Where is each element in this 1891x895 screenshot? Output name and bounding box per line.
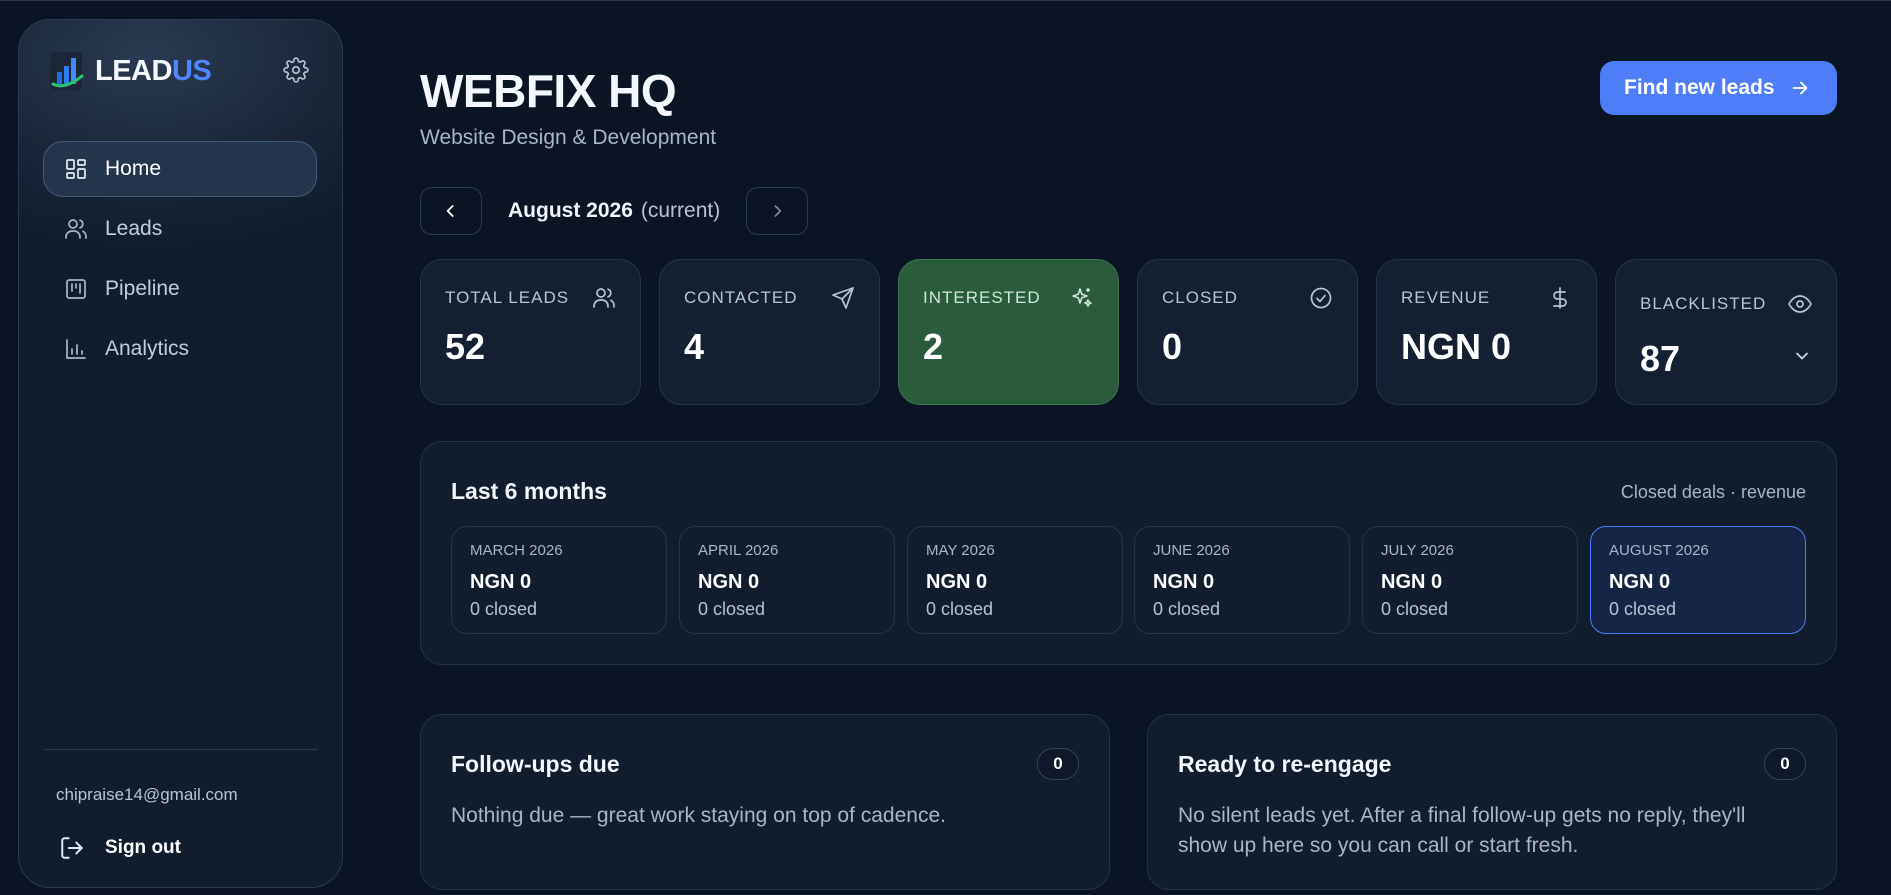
stat-value: 52	[445, 326, 486, 367]
follow-ups-panel: Follow-ups due 0 Nothing due — great wor…	[420, 714, 1110, 890]
chevron-down-icon[interactable]	[1792, 346, 1812, 366]
month-closed: 0 closed	[1609, 599, 1677, 619]
month-revenue: NGN 0	[1153, 571, 1215, 593]
find-new-leads-label: Find new leads	[1624, 76, 1775, 99]
stat-value: 2	[923, 326, 944, 367]
panel-title: Ready to re-engage	[1178, 751, 1392, 777]
empty-state-text: No silent leads yet. After a final follo…	[1178, 804, 1746, 857]
dashboard-grid-icon	[66, 159, 86, 179]
find-new-leads-button[interactable]: Find new leads	[1600, 61, 1837, 115]
stat-value: 87	[1640, 338, 1681, 379]
stat-card-closed[interactable]: CLOSED 0	[1137, 259, 1358, 405]
panel-title: Follow-ups due	[451, 751, 620, 777]
month-closed: 0 closed	[926, 599, 994, 619]
users-icon	[65, 219, 87, 239]
chevron-left-icon	[446, 205, 454, 217]
month-card-august-current[interactable]: AUGUST 2026 NGN 0 0 closed	[1590, 526, 1806, 634]
sidebar-item-analytics[interactable]: Analytics	[43, 321, 317, 377]
month-card-march[interactable]: MARCH 2026 NGN 0 0 closed	[451, 526, 667, 634]
month-name: August 2026	[508, 199, 633, 222]
send-icon	[832, 287, 854, 309]
stat-card-blacklisted[interactable]: BLACKLISTED 87	[1615, 259, 1837, 405]
sign-out-button[interactable]: Sign out	[59, 835, 181, 861]
last-six-months-panel: Last 6 months Closed deals · revenue MAR…	[420, 441, 1837, 665]
month-card-april[interactable]: APRIL 2026 NGN 0 0 closed	[679, 526, 895, 634]
month-closed: 0 closed	[1381, 599, 1449, 619]
stat-label: BLACKLISTED	[1640, 294, 1767, 313]
month-closed: 0 closed	[698, 599, 766, 619]
user-email: chipraise14@gmail.com	[56, 785, 238, 804]
stat-card-interested[interactable]: INTERESTED 2	[898, 259, 1119, 405]
stat-card-total-leads[interactable]: TOTAL LEADS 52	[420, 259, 641, 405]
sidebar: LEADUS Home Leads Pipeline Analytics chi…	[18, 19, 343, 888]
month-closed: 0 closed	[1153, 599, 1221, 619]
stat-card-contacted[interactable]: CONTACTED 4	[659, 259, 880, 405]
month-revenue: NGN 0	[470, 571, 532, 593]
re-engage-panel: Ready to re-engage 0 No silent leads yet…	[1147, 714, 1837, 890]
brand-name: LEADUS	[95, 54, 212, 87]
check-circle-icon	[1310, 287, 1332, 309]
window-top-border	[0, 0, 1891, 1]
page-subtitle: Website Design & Development	[420, 126, 717, 149]
count-badge: 0	[1037, 748, 1079, 780]
sparkles-icon	[1072, 288, 1092, 307]
kanban-icon	[66, 279, 86, 299]
brand[interactable]: LEADUS	[49, 50, 212, 92]
stat-label: REVENUE	[1401, 288, 1491, 307]
month-revenue: NGN 0	[698, 571, 760, 593]
panel-title: Last 6 months	[451, 478, 607, 504]
current-tag: (current)	[640, 199, 721, 222]
stat-label: CONTACTED	[684, 288, 798, 307]
month-name: MAY 2026	[926, 542, 995, 559]
month-revenue: NGN 0	[1381, 571, 1443, 593]
sign-out-label: Sign out	[105, 837, 181, 858]
month-name: MARCH 2026	[470, 542, 563, 559]
sidebar-item-pipeline[interactable]: Pipeline	[43, 261, 317, 317]
sidebar-divider	[43, 749, 318, 750]
empty-state-text: Nothing due — great work staying on top …	[451, 804, 946, 827]
page-title: WEBFIX HQ	[420, 65, 677, 117]
month-card-july[interactable]: JULY 2026 NGN 0 0 closed	[1362, 526, 1578, 634]
month-card-may[interactable]: MAY 2026 NGN 0 0 closed	[907, 526, 1123, 634]
next-month-button[interactable]	[746, 187, 809, 235]
month-revenue: NGN 0	[1609, 571, 1671, 593]
chevron-right-icon	[774, 205, 782, 217]
bar-chart-icon	[66, 339, 86, 359]
leadus-logo-icon	[50, 52, 84, 90]
current-month-label: August 2026 (current)	[508, 199, 720, 223]
sidebar-item-leads[interactable]: Leads	[43, 201, 317, 257]
month-name: APRIL 2026	[698, 542, 779, 559]
month-name: JULY 2026	[1381, 542, 1454, 559]
stat-value: NGN 0	[1401, 326, 1512, 367]
stat-label: CLOSED	[1162, 288, 1238, 307]
month-navigator: August 2026 (current)	[420, 187, 809, 235]
count-badge: 0	[1764, 748, 1806, 780]
previous-month-button[interactable]	[420, 187, 482, 235]
arrow-right-icon	[1792, 81, 1808, 95]
month-name: JUNE 2026	[1153, 542, 1230, 559]
settings-gear-icon[interactable]	[283, 57, 309, 83]
month-card-june[interactable]: JUNE 2026 NGN 0 0 closed	[1134, 526, 1350, 634]
users-icon	[593, 288, 615, 308]
sidebar-nav: Home Leads Pipeline Analytics	[43, 141, 317, 381]
dollar-icon	[1553, 287, 1567, 309]
sidebar-item-label: Analytics	[105, 337, 190, 360]
sidebar-item-label: Leads	[105, 217, 163, 240]
stat-card-revenue[interactable]: REVENUE NGN 0	[1376, 259, 1597, 405]
panel-caption: Closed deals · revenue	[1620, 482, 1806, 502]
month-name: AUGUST 2026	[1609, 542, 1709, 559]
eye-icon	[1788, 295, 1812, 313]
stat-label: INTERESTED	[923, 288, 1041, 307]
month-closed: 0 closed	[470, 599, 538, 619]
stat-label: TOTAL LEADS	[445, 288, 570, 307]
stat-value: 0	[1162, 326, 1183, 367]
sidebar-item-label: Home	[105, 157, 162, 180]
sidebar-item-label: Pipeline	[105, 277, 180, 300]
stat-value: 4	[684, 326, 705, 367]
month-revenue: NGN 0	[926, 571, 988, 593]
log-out-icon	[61, 837, 83, 859]
sidebar-item-home[interactable]: Home	[43, 141, 317, 197]
